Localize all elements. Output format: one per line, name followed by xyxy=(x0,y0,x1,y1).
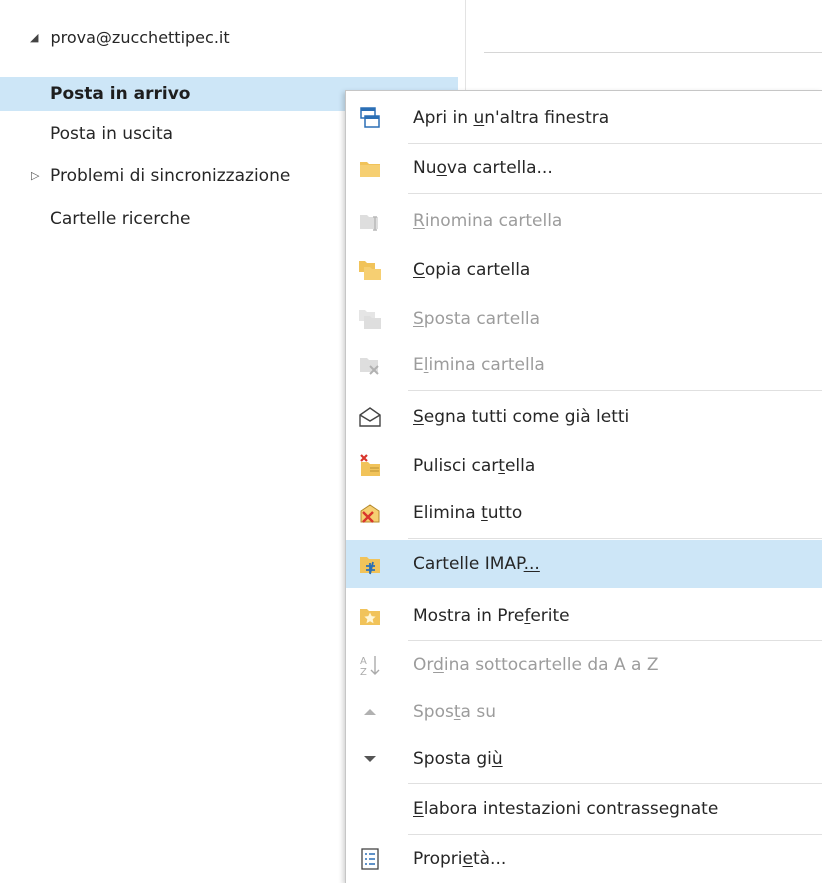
mark-read-icon xyxy=(358,405,382,429)
menu-label: Copia cartella xyxy=(413,260,531,280)
menu-rename-folder[interactable]: Rinomina cartella xyxy=(346,199,822,243)
imap-folders-icon xyxy=(358,552,382,576)
account-label: prova@zucchettipec.it xyxy=(50,28,230,47)
menu-label: Mostra in Preferite xyxy=(413,606,570,626)
menu-label: Proprietà... xyxy=(413,849,507,869)
menu-process-marked-headers[interactable]: Elabora intestazioni contrassegnate xyxy=(346,787,822,831)
menu-label: Elabora intestazioni contrassegnate xyxy=(413,799,719,819)
menu-separator xyxy=(408,834,822,835)
folder-label: Cartelle ricerche xyxy=(50,209,191,229)
menu-label: Sposta cartella xyxy=(413,309,541,329)
menu-label: Elimina cartella xyxy=(413,355,545,375)
menu-delete-folder[interactable]: Elimina cartella xyxy=(346,343,822,387)
menu-move-folder[interactable]: Sposta cartella xyxy=(346,297,822,341)
menu-imap-folders[interactable]: Cartelle IMAP... xyxy=(346,540,822,588)
menu-label: Sposta su xyxy=(413,702,496,722)
menu-label: Sposta giù xyxy=(413,749,503,769)
properties-icon xyxy=(358,847,382,871)
delete-folder-icon xyxy=(358,353,382,377)
copy-folder-icon xyxy=(358,258,382,282)
delete-all-icon xyxy=(358,501,382,525)
move-folder-icon xyxy=(358,307,382,331)
menu-mark-all-read[interactable]: Segna tutti come già letti xyxy=(346,395,822,439)
menu-label: Rinomina cartella xyxy=(413,211,563,231)
svg-text:A: A xyxy=(360,656,367,667)
menu-new-folder[interactable]: Nuova cartella... xyxy=(346,146,822,190)
svg-text:Z: Z xyxy=(360,667,367,677)
menu-label: Segna tutti come già letti xyxy=(413,407,630,427)
collapse-triangle-icon[interactable]: ◢ xyxy=(30,31,38,44)
menu-separator xyxy=(408,783,822,784)
menu-copy-folder[interactable]: Copia cartella xyxy=(346,248,822,292)
divider xyxy=(484,52,822,53)
menu-label: Apri in un'altra finestra xyxy=(413,108,610,128)
menu-delete-all[interactable]: Elimina tutto xyxy=(346,491,822,535)
menu-show-in-favorites[interactable]: Mostra in Preferite xyxy=(346,594,822,638)
rename-folder-icon xyxy=(358,209,382,233)
menu-move-up[interactable]: Sposta su xyxy=(346,690,822,734)
menu-move-down[interactable]: Sposta giù xyxy=(346,737,822,781)
account-header[interactable]: ◢ prova@zucchettipec.it xyxy=(30,28,230,47)
expand-triangle-icon[interactable]: ▷ xyxy=(31,159,39,193)
menu-sort-subfolders[interactable]: AZ Ordina sottocartelle da A a Z xyxy=(346,643,822,687)
menu-clean-folder[interactable]: Pulisci cartella xyxy=(346,444,822,488)
menu-separator xyxy=(408,538,822,539)
menu-label: Pulisci cartella xyxy=(413,456,536,476)
menu-open-new-window[interactable]: Apri in un'altra finestra xyxy=(346,96,822,140)
favorites-icon xyxy=(358,604,382,628)
menu-separator xyxy=(408,640,822,641)
sort-az-icon: AZ xyxy=(358,653,382,677)
folder-label: Posta in uscita xyxy=(50,124,174,144)
move-up-icon xyxy=(358,700,382,724)
open-window-icon xyxy=(358,106,382,130)
menu-separator xyxy=(408,390,822,391)
folder-label: Posta in arrivo xyxy=(50,84,191,104)
clean-folder-icon xyxy=(358,454,382,478)
menu-separator xyxy=(408,143,822,144)
new-folder-icon xyxy=(358,156,382,180)
menu-label: Elimina tutto xyxy=(413,503,523,523)
move-down-icon xyxy=(358,747,382,771)
menu-separator xyxy=(408,193,822,194)
menu-properties[interactable]: Proprietà... xyxy=(346,837,822,881)
menu-label: Ordina sottocartelle da A a Z xyxy=(413,655,659,675)
menu-label: Nuova cartella... xyxy=(413,158,553,178)
menu-label: Cartelle IMAP... xyxy=(413,554,540,574)
folder-context-menu: Apri in un'altra finestra Nuova cartella… xyxy=(345,90,822,883)
folder-label: Problemi di sincronizzazione xyxy=(50,166,291,186)
